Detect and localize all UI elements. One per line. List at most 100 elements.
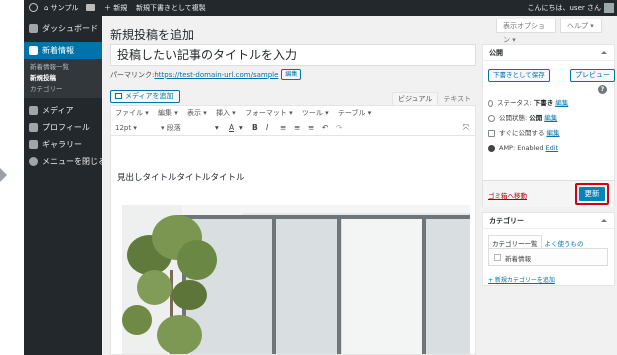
menu-edit[interactable]: 編集 ▾ <box>158 109 178 117</box>
site-name-link[interactable]: ⌂ サンプル <box>44 0 78 16</box>
main-content: 表示オプション ▾ ヘルプ ▾ 新規投稿を追加 投稿したい記事のタイトルを入力 … <box>102 16 617 355</box>
post-image[interactable] <box>122 205 470 354</box>
sidebar-item-label: プロフィール <box>42 123 90 132</box>
page-title: 新規投稿を追加 <box>110 28 195 42</box>
tab-visual[interactable]: ビジュアル <box>392 92 439 105</box>
sidebar-item-gallery[interactable]: ギャラリー <box>24 136 102 153</box>
submenu-item-news-list[interactable]: 新着情報一覧 <box>24 62 102 73</box>
collapse-arrow-icon[interactable] <box>601 219 607 222</box>
menu-table[interactable]: テーブル ▾ <box>338 109 371 117</box>
menu-format[interactable]: フォーマット ▾ <box>245 109 293 117</box>
dropdown-arrow-icon[interactable]: ▾ <box>215 123 219 133</box>
publish-box: 公開 下書きとして保存 プレビュー ? ステータス: 下書き 編集 公開状態: 公… <box>482 44 615 207</box>
editor-heading-text[interactable]: 見出しタイトルタイトルタイトル <box>117 171 245 183</box>
schedule-row: すぐに公開する 編集 <box>488 129 560 138</box>
publish-title: 公開 <box>489 49 503 57</box>
post-title-input[interactable]: 投稿したい記事のタイトルを入力 <box>110 44 476 66</box>
status-value: 下書き <box>533 99 554 107</box>
media-icon <box>115 93 122 99</box>
wp-admin-window: ⌂ サンプル ＋ 新規 新規下書きとして複製 こんにちは、user さん ダッシ… <box>24 0 617 355</box>
category-item-label: 新着情報 <box>505 255 531 263</box>
sidebar-item-label: メディア <box>42 106 74 115</box>
sidebar-item-collapse[interactable]: メニューを閉じる <box>24 153 106 170</box>
align-left-icon[interactable]: ≡ <box>280 123 286 133</box>
avatar[interactable] <box>604 3 614 13</box>
undo-icon[interactable]: ↶ <box>322 123 328 133</box>
align-center-icon[interactable]: ≡ <box>294 123 300 133</box>
visibility-value: 公開 <box>529 114 543 122</box>
add-media-button[interactable]: メディアを追加 <box>110 90 180 103</box>
media-icon <box>29 106 38 115</box>
schedule-edit-link[interactable]: 編集 <box>547 129 560 137</box>
fullscreen-icon[interactable]: ⤧ <box>463 123 469 133</box>
category-box-header[interactable]: カテゴリー <box>483 213 614 229</box>
add-new-category-link[interactable]: + 新規カテゴリーを追加 <box>488 275 555 284</box>
permalink-edit-button[interactable]: 編集 <box>281 69 302 80</box>
publish-box-header[interactable]: 公開 <box>483 45 614 61</box>
paragraph-value: 段落 <box>166 124 181 132</box>
calendar-icon <box>488 129 495 137</box>
menu-file[interactable]: ファイル ▾ <box>115 109 149 117</box>
update-button[interactable]: 更新 <box>579 187 605 201</box>
wordpress-logo-icon[interactable] <box>29 3 38 12</box>
comments-icon[interactable] <box>86 4 95 11</box>
sidebar-item-label: ギャラリー <box>42 140 82 149</box>
visibility-edit-link[interactable]: 編集 <box>544 114 557 122</box>
visibility-row: 公開状態: 公開 編集 <box>488 114 557 123</box>
help-button[interactable]: ヘルプ ▾ <box>560 19 602 33</box>
sidebar-submenu: 新着情報一覧 新規投稿 カテゴリー <box>24 59 102 98</box>
status-edit-link[interactable]: 編集 <box>555 99 568 107</box>
permalink-url[interactable]: https://test-domain-url.com/sample <box>154 71 278 79</box>
menu-insert[interactable]: 挿入 ▾ <box>216 109 236 117</box>
chevron-down-icon[interactable]: ▾ <box>239 123 243 133</box>
category-box: カテゴリー カテゴリー一覧 よく使うもの 新着情報 + 新規カテゴリーを追加 <box>482 212 615 286</box>
sidebar-item-media[interactable]: メディア <box>24 102 102 119</box>
admin-sidebar: ダッシュボード 新着情報 新着情報一覧 新規投稿 カテゴリー メディア プロフィ… <box>24 16 106 355</box>
amp-row: AMP: Enabled Edit <box>488 144 558 153</box>
font-size-value: 12pt <box>115 124 132 132</box>
category-checkbox[interactable] <box>494 254 501 261</box>
sidebar-item-label: メニューを閉じる <box>42 157 106 166</box>
paragraph-select[interactable]: ▾ 段落 <box>161 123 181 133</box>
redo-icon[interactable]: ↷ <box>336 123 342 133</box>
pin-icon <box>29 140 38 149</box>
text-color-icon[interactable]: A <box>229 123 234 133</box>
new-content-link[interactable]: ＋ 新規 <box>104 0 127 16</box>
add-media-label: メディアを追加 <box>125 92 174 100</box>
pin-icon <box>29 46 38 55</box>
dashboard-icon <box>29 24 38 33</box>
site-name: サンプル <box>50 4 79 12</box>
sidebar-item-news[interactable]: 新着情報 <box>24 42 102 59</box>
sidebar-item-profile[interactable]: プロフィール <box>24 119 102 136</box>
eye-icon <box>488 114 495 122</box>
update-button-highlight: 更新 <box>575 183 609 205</box>
amp-edit-link[interactable]: Edit <box>546 144 559 152</box>
move-to-trash-link[interactable]: ゴミ箱へ移動 <box>488 190 527 200</box>
submenu-item-category[interactable]: カテゴリー <box>24 84 102 95</box>
font-size-select[interactable]: 12pt ▾ <box>115 123 137 133</box>
collapse-icon <box>29 157 38 166</box>
submenu-item-new-post[interactable]: 新規投稿 <box>24 73 102 84</box>
editor-mode-tabs: ビジュアル テキスト <box>392 92 476 106</box>
pin-icon <box>488 99 493 107</box>
save-draft-button[interactable]: 下書きとして保存 <box>488 69 550 82</box>
sidebar-item-dashboard[interactable]: ダッシュボード <box>24 20 102 37</box>
admin-bar: ⌂ サンプル ＋ 新規 新規下書きとして複製 こんにちは、user さん <box>24 0 617 16</box>
bold-icon[interactable]: B <box>252 123 258 133</box>
menu-view[interactable]: 表示 ▾ <box>187 109 207 117</box>
status-row: ステータス: 下書き 編集 <box>488 99 568 108</box>
duplicate-draft-link[interactable]: 新規下書きとして複製 <box>136 0 206 16</box>
publish-actions: ゴミ箱へ移動 更新 <box>483 180 614 207</box>
category-list: 新着情報 <box>488 248 608 266</box>
screen-options-button[interactable]: 表示オプション ▾ <box>496 19 556 44</box>
align-right-icon[interactable]: ≡ <box>308 123 314 133</box>
preview-button[interactable]: プレビュー <box>570 69 615 82</box>
post-editor[interactable]: ファイル ▾ 編集 ▾ 表示 ▾ 挿入 ▾ フォーマット ▾ ツール ▾ テーブ… <box>110 105 476 355</box>
help-circle-icon[interactable]: ? <box>598 85 607 94</box>
menu-tools[interactable]: ツール ▾ <box>302 109 329 117</box>
amp-icon <box>488 144 495 152</box>
howdy-user[interactable]: こんにちは、user さん <box>528 0 602 16</box>
italic-icon[interactable]: I <box>266 123 268 133</box>
collapse-arrow-icon[interactable] <box>601 51 607 54</box>
category-title: カテゴリー <box>489 217 524 225</box>
